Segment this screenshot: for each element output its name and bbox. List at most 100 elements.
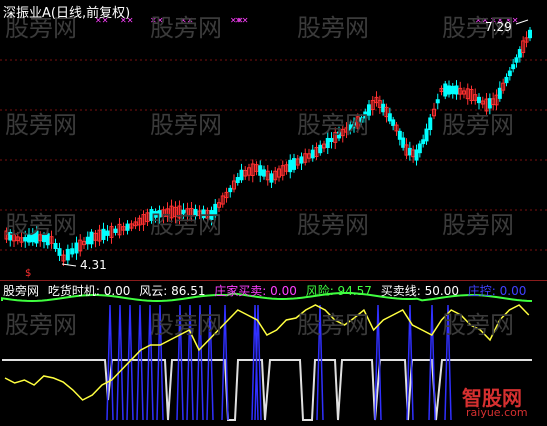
buy-marker: $ — [25, 268, 31, 279]
candle-body — [23, 237, 28, 242]
indicator-zhuangkong: 庄控: 0.00 — [467, 284, 527, 298]
candle-body — [239, 169, 244, 181]
candle-body — [348, 124, 353, 131]
low-price-label: 4.31 — [80, 258, 107, 272]
control-spike — [206, 304, 214, 421]
low-arrow — [61, 263, 77, 267]
chart-window: ✕✕ ✕✕ ✕✕ ✕✕ ✕✕ ✕✕ ✕✕ ✕✕ ✕✕ $ 股旁网 股旁网 股旁网 股旁网 股旁网 … — [0, 0, 547, 426]
candle-body — [401, 137, 406, 148]
indicator-chihuo: 吃货时机: 0.00 — [47, 284, 131, 298]
high-price-label: 7.29 — [485, 20, 512, 34]
candle-body — [193, 208, 198, 217]
candle-body — [337, 131, 341, 139]
candle-body — [149, 209, 154, 221]
signal-marker: ✕✕ — [180, 16, 193, 25]
candle-body — [428, 117, 433, 131]
signal-marker: ✕✕ — [235, 16, 248, 25]
candle-body — [454, 85, 459, 95]
control-spike — [136, 304, 144, 421]
candle-body — [213, 203, 218, 217]
candle-body — [34, 230, 39, 244]
candle-body — [70, 248, 75, 255]
candle-body — [421, 139, 426, 145]
candle-body — [235, 176, 240, 184]
candle-body — [292, 158, 296, 170]
candle-body — [153, 211, 158, 218]
candle-body — [391, 119, 396, 126]
control-spike — [316, 304, 324, 421]
candle-body — [477, 96, 481, 104]
candle-body — [414, 149, 419, 161]
candle-body — [42, 234, 46, 243]
candle-body — [258, 165, 263, 176]
candle-body — [528, 29, 532, 39]
candle-body — [310, 149, 315, 159]
candle-body — [387, 113, 392, 122]
candle-body — [507, 70, 512, 77]
chart-title: 深振业A(日线,前复权) — [3, 6, 131, 21]
candle-body — [497, 87, 502, 99]
candle-body — [511, 64, 516, 70]
indicator-fengyun: 风云: 86.51 — [139, 284, 206, 298]
candle-body — [209, 210, 214, 220]
candle-body — [65, 248, 70, 261]
candle-body — [424, 128, 429, 142]
control-spike — [176, 304, 184, 421]
candle-body — [27, 234, 31, 243]
pane-divider — [0, 280, 547, 281]
candle-body — [435, 99, 440, 104]
candle-body — [325, 137, 330, 149]
indicator-name: 股旁网 — [3, 284, 40, 298]
control-spike — [146, 304, 154, 421]
candle-body — [101, 228, 106, 240]
candle-body — [514, 57, 519, 63]
candle-body — [269, 173, 274, 183]
candle-body — [417, 143, 422, 154]
indicator-maimai: 买卖线: 50.00 — [380, 284, 459, 298]
indicator-zhuangjia: 庄家买卖: 0.00 — [214, 284, 297, 298]
candle-body — [57, 248, 62, 256]
candle-body — [157, 210, 162, 218]
candle-body — [181, 209, 186, 215]
candle-body — [85, 236, 90, 245]
control-spike — [196, 304, 204, 421]
candle-body — [329, 137, 334, 143]
candle-body — [288, 159, 293, 173]
candle-body — [407, 147, 412, 156]
candle-body — [381, 103, 386, 113]
indicator-bar: 股旁网 吃货时机: 0.00 风云: 86.51 庄家买卖: 0.00 风险: … — [3, 282, 531, 299]
candle-body — [318, 144, 323, 154]
candle-body — [262, 169, 266, 177]
control-spike — [186, 304, 194, 421]
candle-body — [517, 49, 522, 58]
control-spike — [116, 304, 124, 421]
candle-body — [450, 85, 455, 95]
control-spike — [106, 304, 114, 421]
candle-body — [443, 83, 448, 97]
candle-body — [105, 230, 110, 236]
trade-line — [2, 359, 532, 421]
candle-body — [359, 117, 364, 123]
candle-body — [504, 76, 509, 84]
candle-body — [125, 223, 130, 231]
candle-body — [363, 111, 368, 119]
candle-body — [447, 85, 451, 95]
candle-body — [30, 233, 35, 243]
candle-body — [397, 130, 402, 140]
candle-body — [74, 242, 79, 254]
site-logo-url: raiyue.com — [466, 406, 528, 419]
candle-body — [201, 209, 206, 219]
candle-body — [45, 233, 50, 246]
control-spike — [156, 304, 164, 421]
candle-body — [352, 121, 356, 129]
control-spike — [444, 304, 452, 421]
candle-body — [299, 156, 304, 164]
candle-body — [89, 231, 94, 245]
candle-body — [113, 228, 118, 233]
candle-body — [487, 98, 492, 109]
candle-body — [53, 242, 58, 250]
candle-body — [8, 231, 13, 241]
candle-body — [367, 104, 371, 116]
chart-canvas: ✕✕ ✕✕ ✕✕ ✕✕ ✕✕✕✕ ✕✕ ✕✕ ✕✕$ — [0, 16, 547, 421]
candle-body — [228, 187, 233, 193]
